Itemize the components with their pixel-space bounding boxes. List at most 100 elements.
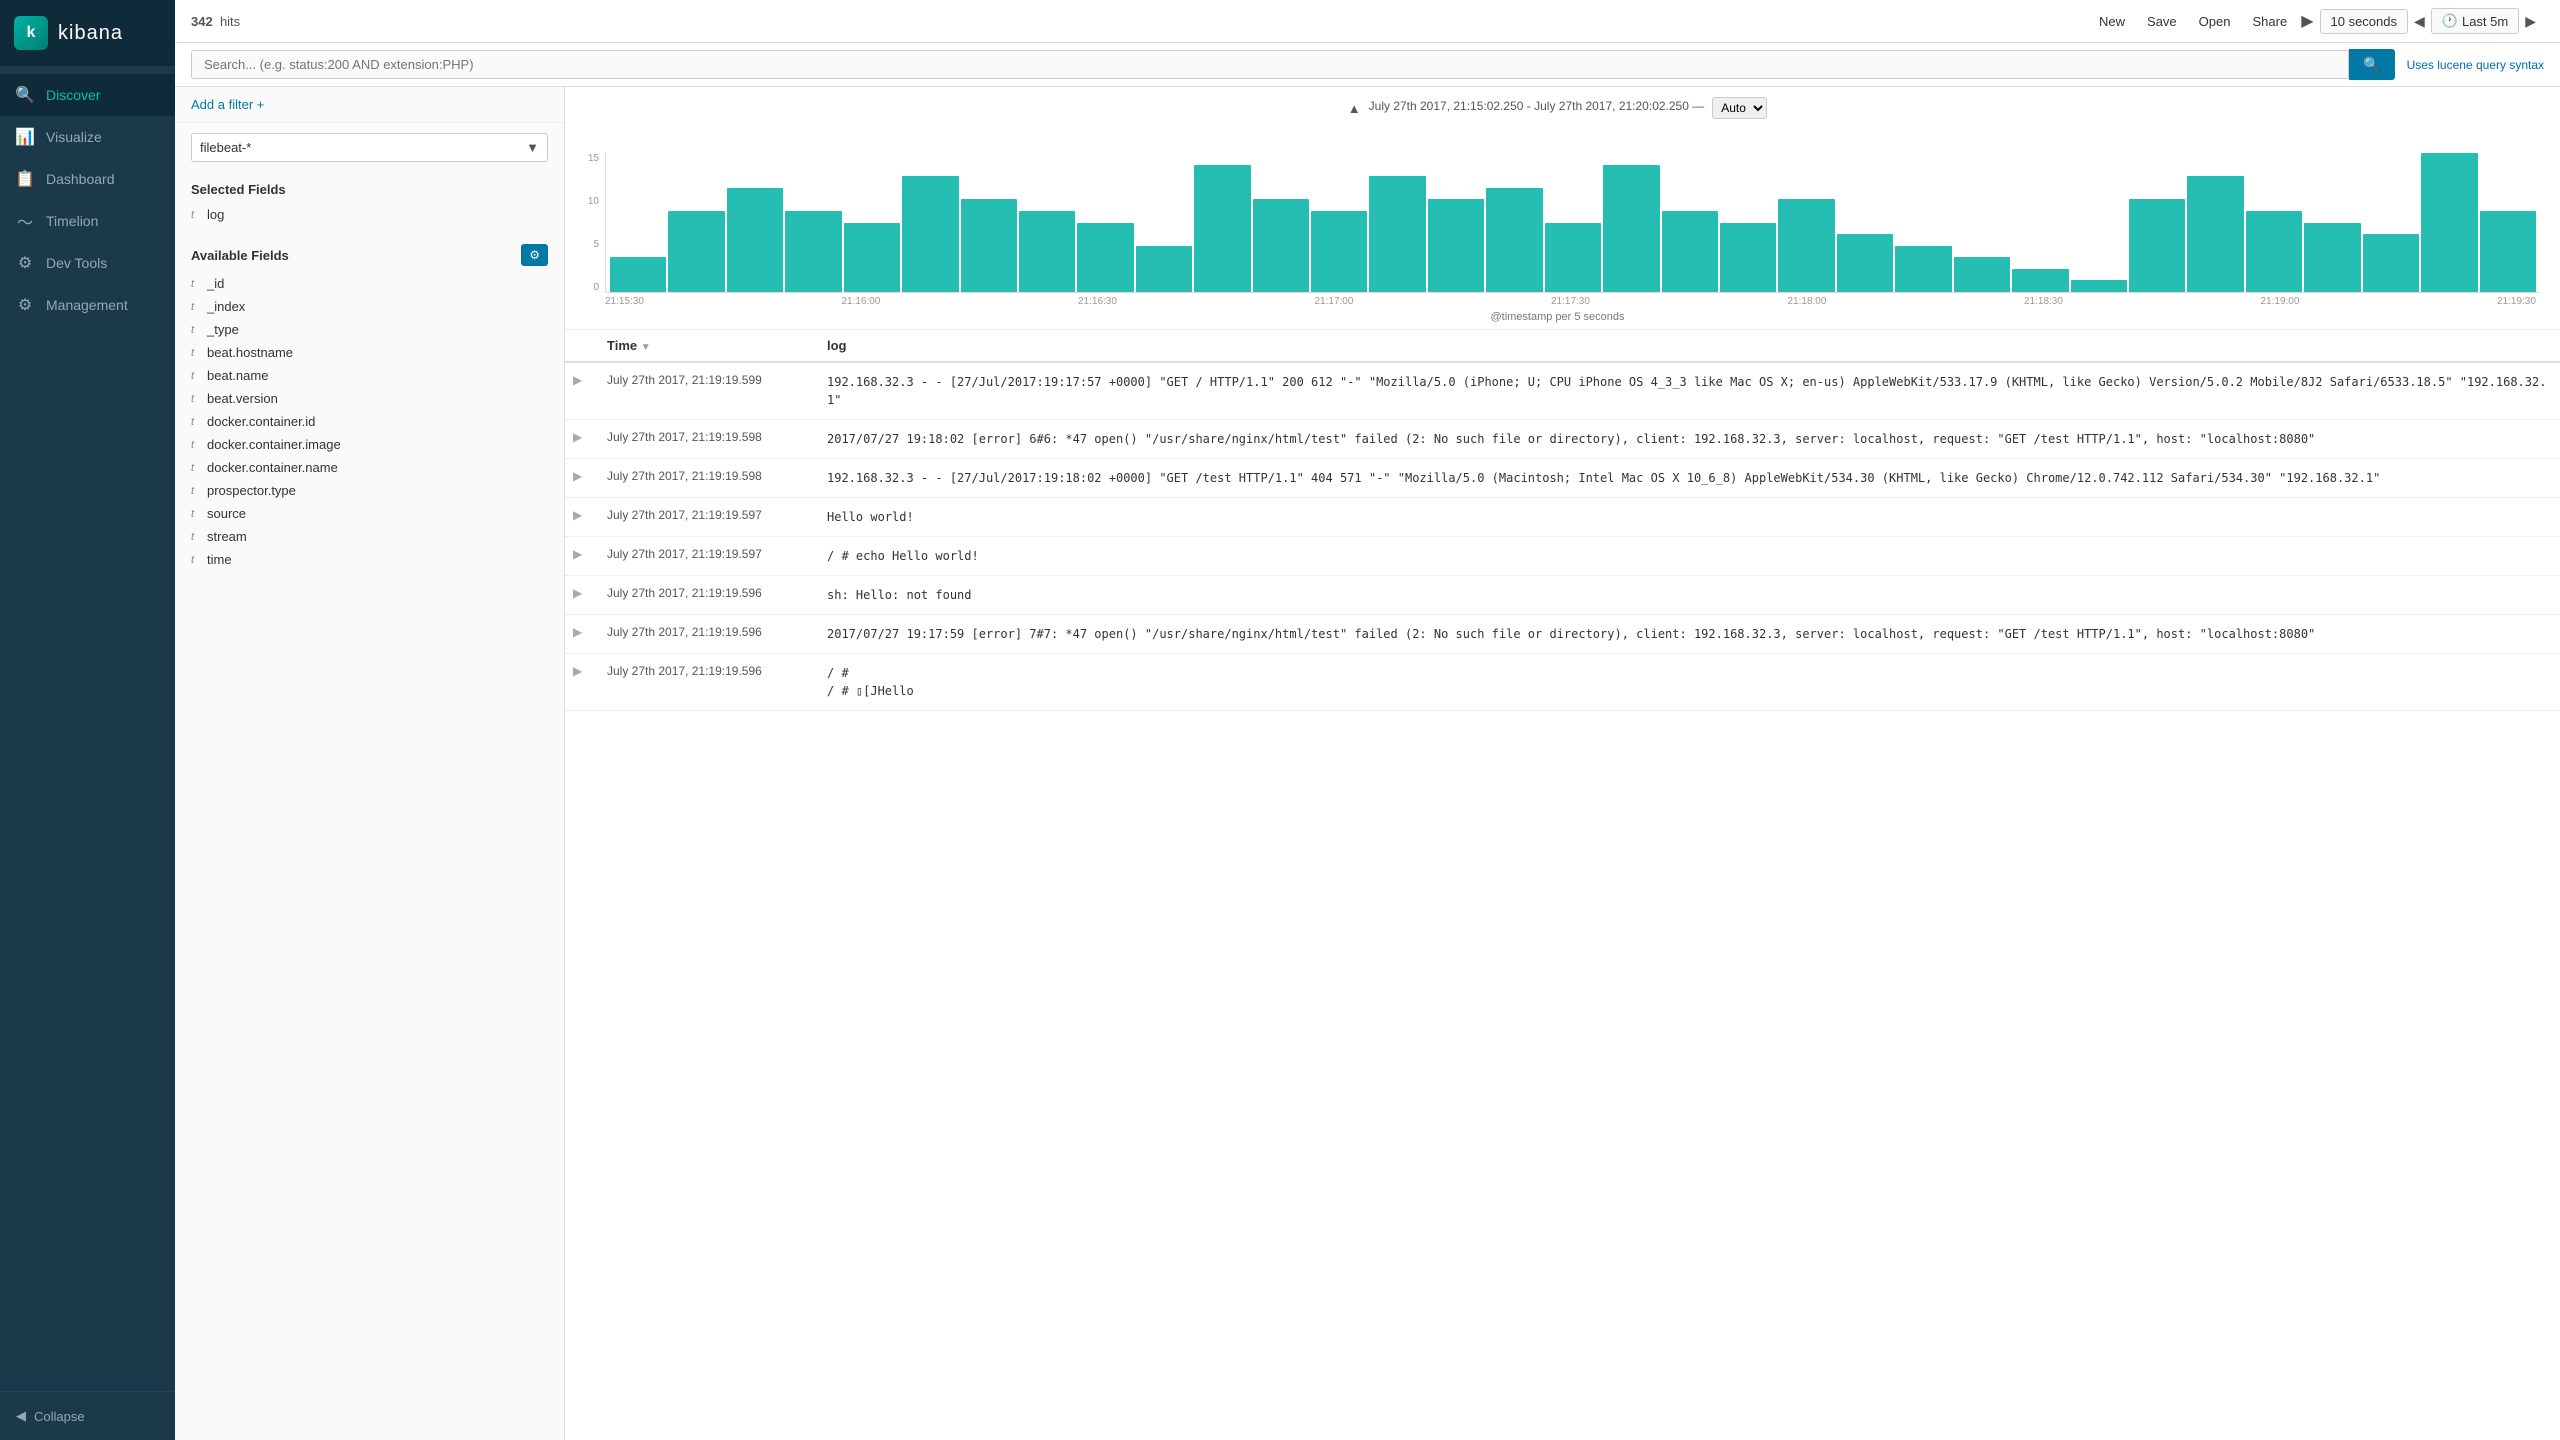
row-expand-button[interactable]: ▶ — [565, 362, 595, 420]
search-button[interactable]: 🔍 — [2349, 49, 2394, 80]
available-fields-label: Available Fields — [191, 248, 289, 263]
row-expand-button[interactable]: ▶ — [565, 420, 595, 459]
sidebar-item-dev-tools[interactable]: ⚙Dev Tools — [0, 242, 175, 284]
list-item[interactable]: t docker.container.name — [175, 456, 564, 479]
chart-collapse-button[interactable]: ▲ — [1348, 101, 1361, 116]
table-row: ▶ July 27th 2017, 21:19:19.598 192.168.3… — [565, 459, 2560, 498]
interval-display[interactable]: 10 seconds — [2320, 9, 2409, 34]
right-panel: ▲ July 27th 2017, 21:15:02.250 - July 27… — [565, 87, 2560, 1440]
list-item[interactable]: tsource — [175, 502, 564, 525]
chart-bar — [668, 211, 724, 292]
chart-container: ▲ July 27th 2017, 21:15:02.250 - July 27… — [565, 87, 2560, 330]
time-range-display[interactable]: 🕐 Last 5m — [2431, 8, 2519, 34]
sidebar-item-visualize[interactable]: 📊Visualize — [0, 116, 175, 158]
list-item[interactable]: t prospector.type — [175, 479, 564, 502]
dropdown-arrow-icon: ▼ — [518, 134, 547, 161]
collapse-button[interactable]: ◀ Collapse — [16, 1408, 159, 1424]
available-fields-header: Available Fields ⚙ — [175, 234, 564, 272]
field-type: t — [191, 301, 201, 313]
row-expand-button[interactable]: ▶ — [565, 498, 595, 537]
list-item[interactable]: tdocker.container.image — [175, 433, 564, 456]
sidebar-item-discover[interactable]: 🔍Discover — [0, 74, 175, 116]
list-item[interactable]: tbeat.version — [175, 387, 564, 410]
chart-bar — [1895, 246, 1951, 292]
logo: k kibana — [0, 0, 175, 66]
y-axis: 15 10 5 0 — [575, 153, 605, 293]
table-row: ▶ July 27th 2017, 21:19:19.596 2017/07/2… — [565, 615, 2560, 654]
fields-panel: Selected Fields tlog Available Fields ⚙ … — [175, 172, 564, 1440]
list-item[interactable]: t _index — [175, 295, 564, 318]
sidebar-item-management[interactable]: ⚙Management — [0, 284, 175, 326]
main-content: 342 hits New Save Open Share ▶ 10 second… — [175, 0, 2560, 1440]
row-expand-button[interactable]: ▶ — [565, 615, 595, 654]
chart-bar — [2071, 280, 2127, 292]
row-time: July 27th 2017, 21:19:19.597 — [595, 498, 815, 537]
chart-bar — [902, 176, 958, 292]
collapse-icon: ◀ — [16, 1408, 26, 1424]
new-button[interactable]: New — [2091, 10, 2133, 33]
sidebar: k kibana 🔍Discover📊Visualize📋Dashboard〜T… — [0, 0, 175, 1440]
dev-tools-icon: ⚙ — [16, 254, 34, 272]
chart-interval-select[interactable]: Auto — [1712, 97, 1767, 119]
next-button[interactable]: ▶ — [2525, 13, 2536, 30]
fields-settings-button[interactable]: ⚙ — [521, 244, 548, 266]
index-pattern-select[interactable]: filebeat-* ▼ — [191, 133, 548, 162]
table-body: ▶ July 27th 2017, 21:19:19.599 192.168.3… — [565, 362, 2560, 711]
sidebar-item-label: Management — [46, 297, 128, 313]
list-item[interactable]: ttime — [175, 548, 564, 571]
chart-bar — [2304, 223, 2360, 293]
share-button[interactable]: Share — [2244, 10, 2295, 33]
row-expand-button[interactable]: ▶ — [565, 459, 595, 498]
sidebar-item-timelion[interactable]: 〜Timelion — [0, 200, 175, 242]
chart-bar — [1428, 199, 1484, 292]
index-pattern-dropdown[interactable]: filebeat-* — [192, 134, 518, 161]
timelion-icon: 〜 — [16, 212, 34, 230]
row-expand-button[interactable]: ▶ — [565, 537, 595, 576]
chart-bar — [2129, 199, 2185, 292]
play-button[interactable]: ▶ — [2301, 11, 2313, 31]
list-item[interactable]: tstream — [175, 525, 564, 548]
chart-bar — [2246, 211, 2302, 292]
field-name: docker.container.name — [207, 460, 548, 475]
list-item[interactable]: tbeat.hostname — [175, 341, 564, 364]
table-row: ▶ July 27th 2017, 21:19:19.597 Hello wor… — [565, 498, 2560, 537]
row-expand-button[interactable]: ▶ — [565, 576, 595, 615]
list-item[interactable]: t_type — [175, 318, 564, 341]
field-type: t — [191, 485, 201, 497]
expand-col-header — [565, 330, 595, 362]
row-log: / # echo Hello world! — [815, 537, 2560, 576]
list-item[interactable]: tbeat.name — [175, 364, 564, 387]
chart-bar — [1662, 211, 1718, 292]
field-name: source — [207, 506, 548, 521]
lucene-link[interactable]: Uses lucene query syntax — [2407, 58, 2544, 72]
field-name: _id — [207, 276, 548, 291]
row-expand-button[interactable]: ▶ — [565, 654, 595, 711]
visualize-icon: 📊 — [16, 128, 34, 146]
field-type: t — [191, 439, 201, 451]
prev-button[interactable]: ◀ — [2414, 13, 2425, 30]
add-filter-button[interactable]: Add a filter + — [175, 87, 564, 123]
row-time: July 27th 2017, 21:19:19.596 — [595, 615, 815, 654]
chart-bar — [1778, 199, 1834, 292]
list-item[interactable]: tdocker.container.id — [175, 410, 564, 433]
list-item[interactable]: tlog — [175, 203, 564, 226]
clock-icon: 🕐 — [2442, 13, 2458, 29]
time-col-header[interactable]: Time ▼ — [595, 330, 815, 362]
chart-bar — [610, 257, 666, 292]
save-button[interactable]: Save — [2139, 10, 2185, 33]
chart-bar — [2421, 153, 2477, 292]
field-name: _index — [207, 299, 548, 314]
selected-fields-label: Selected Fields — [191, 182, 286, 197]
chart-bar — [961, 199, 1017, 292]
table-row: ▶ July 27th 2017, 21:19:19.597 / # echo … — [565, 537, 2560, 576]
field-name: prospector.type — [207, 483, 548, 498]
log-col-header: log — [815, 330, 2560, 362]
list-item[interactable]: t_id — [175, 272, 564, 295]
open-button[interactable]: Open — [2191, 10, 2239, 33]
field-name: docker.container.id — [207, 414, 548, 429]
chart-bar — [785, 211, 841, 292]
chart-bar — [1954, 257, 2010, 292]
sidebar-item-dashboard[interactable]: 📋Dashboard — [0, 158, 175, 200]
search-input[interactable] — [191, 50, 2349, 79]
field-type: t — [191, 462, 201, 474]
